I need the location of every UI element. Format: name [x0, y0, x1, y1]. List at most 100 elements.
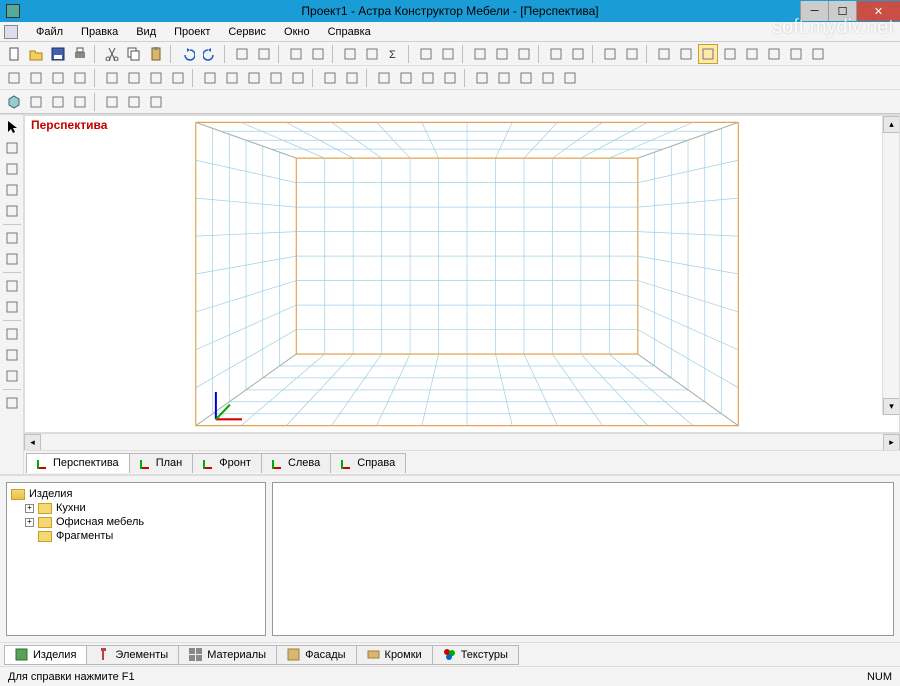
scroll-down-button[interactable]: ▾	[883, 398, 900, 415]
align-left-button[interactable]	[48, 68, 68, 88]
scroll-right-button[interactable]: ▸	[883, 434, 900, 451]
scroll-track-h[interactable]	[41, 434, 883, 450]
rotate-r-button[interactable]	[168, 68, 188, 88]
tab-left[interactable]: Слева	[261, 453, 331, 473]
save-button[interactable]	[48, 44, 68, 64]
conn-2-button[interactable]	[418, 68, 438, 88]
cursor-button[interactable]	[1, 117, 23, 137]
library-content[interactable]	[272, 482, 894, 636]
properties-button[interactable]	[340, 44, 360, 64]
cube-button[interactable]	[4, 92, 24, 112]
sphere-button[interactable]	[70, 92, 90, 112]
menu-file[interactable]: Файл	[28, 24, 71, 40]
dim-h-button[interactable]	[374, 68, 394, 88]
window-button[interactable]	[600, 44, 620, 64]
grid-button[interactable]	[1, 324, 23, 344]
hand-button[interactable]	[254, 44, 274, 64]
flip-v-button[interactable]	[124, 68, 144, 88]
scrollbar-vertical[interactable]: ▴ ▾	[882, 116, 899, 415]
viewport-canvas[interactable]: Перспектива	[24, 115, 900, 433]
new-file-button[interactable]	[4, 44, 24, 64]
conn-3-button[interactable]	[440, 68, 460, 88]
zoom-in-button[interactable]	[492, 44, 512, 64]
expand-icon[interactable]: +	[25, 518, 34, 527]
sigma-button[interactable]: Σ	[384, 44, 404, 64]
orbit-button[interactable]	[470, 44, 490, 64]
align-bottom-button[interactable]	[26, 68, 46, 88]
rotate-ccw-button[interactable]	[1, 297, 23, 317]
view3d-button[interactable]	[808, 44, 828, 64]
cut-tool-button[interactable]	[1, 201, 23, 221]
undo-button[interactable]	[178, 44, 198, 64]
arrange-3-button[interactable]	[516, 68, 536, 88]
conn-1-button[interactable]	[396, 68, 416, 88]
flip-h-button[interactable]	[102, 68, 122, 88]
tab-plan[interactable]: План	[129, 453, 194, 473]
btab-edges[interactable]: Кромки	[356, 645, 433, 665]
menu-project[interactable]: Проект	[166, 24, 218, 40]
expand-icon[interactable]: +	[25, 504, 34, 513]
flag-red-button[interactable]	[286, 44, 306, 64]
close-button[interactable]: ✕	[856, 1, 900, 21]
tree-node-kitchens[interactable]: +Кухни	[11, 501, 261, 515]
btab-products[interactable]: Изделия	[4, 645, 87, 665]
menu-edit[interactable]: Правка	[73, 24, 126, 40]
export-button[interactable]	[742, 44, 762, 64]
copy-button[interactable]	[124, 44, 144, 64]
tree-node-office[interactable]: +Офисная мебель	[11, 515, 261, 529]
shelf-button[interactable]	[288, 68, 308, 88]
rect-button[interactable]	[1, 159, 23, 179]
arrange-2-button[interactable]	[494, 68, 514, 88]
tab-front[interactable]: Фронт	[192, 453, 262, 473]
cylinder-button[interactable]	[48, 92, 68, 112]
cut-button[interactable]	[102, 44, 122, 64]
zoom-fit-button[interactable]	[514, 44, 534, 64]
scroll-left-button[interactable]: ◂	[24, 434, 41, 451]
table-button[interactable]	[362, 44, 382, 64]
flag-blue-button[interactable]	[308, 44, 328, 64]
tab-right[interactable]: Справа	[330, 453, 406, 473]
panel-1-button[interactable]	[200, 68, 220, 88]
box1-button[interactable]	[654, 44, 674, 64]
mdi-icon[interactable]	[4, 25, 18, 39]
cube-wire-button[interactable]	[26, 92, 46, 112]
grid-xy-button[interactable]	[102, 92, 122, 112]
line-button[interactable]	[1, 180, 23, 200]
panel-2-button[interactable]	[222, 68, 242, 88]
axes-button[interactable]	[546, 44, 566, 64]
offset-button[interactable]	[1, 366, 23, 386]
minimize-button[interactable]: ─	[800, 1, 828, 21]
divider-button[interactable]	[244, 68, 264, 88]
settings-button[interactable]	[786, 44, 806, 64]
rotate-cw-button[interactable]	[1, 276, 23, 296]
align-top-button[interactable]	[4, 68, 24, 88]
btab-elements[interactable]: Элементы	[86, 645, 179, 665]
open-file-button[interactable]	[26, 44, 46, 64]
pointer-button[interactable]	[232, 44, 252, 64]
cascade-button[interactable]	[622, 44, 642, 64]
extend-button[interactable]	[1, 345, 23, 365]
menu-view[interactable]: Вид	[128, 24, 164, 40]
tab-perspective[interactable]: Перспектива	[26, 453, 130, 473]
arrange-1-button[interactable]	[472, 68, 492, 88]
drill-v-button[interactable]	[342, 68, 362, 88]
rotate-l-button[interactable]	[146, 68, 166, 88]
measure-button[interactable]	[1, 249, 23, 269]
curve-button[interactable]	[124, 92, 144, 112]
btab-materials[interactable]: Материалы	[178, 645, 277, 665]
panel-3-button[interactable]	[266, 68, 286, 88]
library-tree[interactable]: Изделия +Кухни +Офисная мебель Фрагменты	[6, 482, 266, 636]
group-button[interactable]	[438, 44, 458, 64]
drill-button[interactable]	[320, 68, 340, 88]
align-button[interactable]	[568, 44, 588, 64]
pencil-button[interactable]	[1, 138, 23, 158]
scroll-up-button[interactable]: ▴	[883, 116, 900, 133]
toggle-button[interactable]	[698, 44, 718, 64]
print-button[interactable]	[70, 44, 90, 64]
tree-node-fragments[interactable]: Фрагменты	[11, 529, 261, 543]
menu-help[interactable]: Справка	[320, 24, 379, 40]
box2-button[interactable]	[676, 44, 696, 64]
btab-textures[interactable]: Текстуры	[432, 645, 519, 665]
scroll-track-v[interactable]	[883, 133, 899, 398]
axis-z-button[interactable]	[146, 92, 166, 112]
